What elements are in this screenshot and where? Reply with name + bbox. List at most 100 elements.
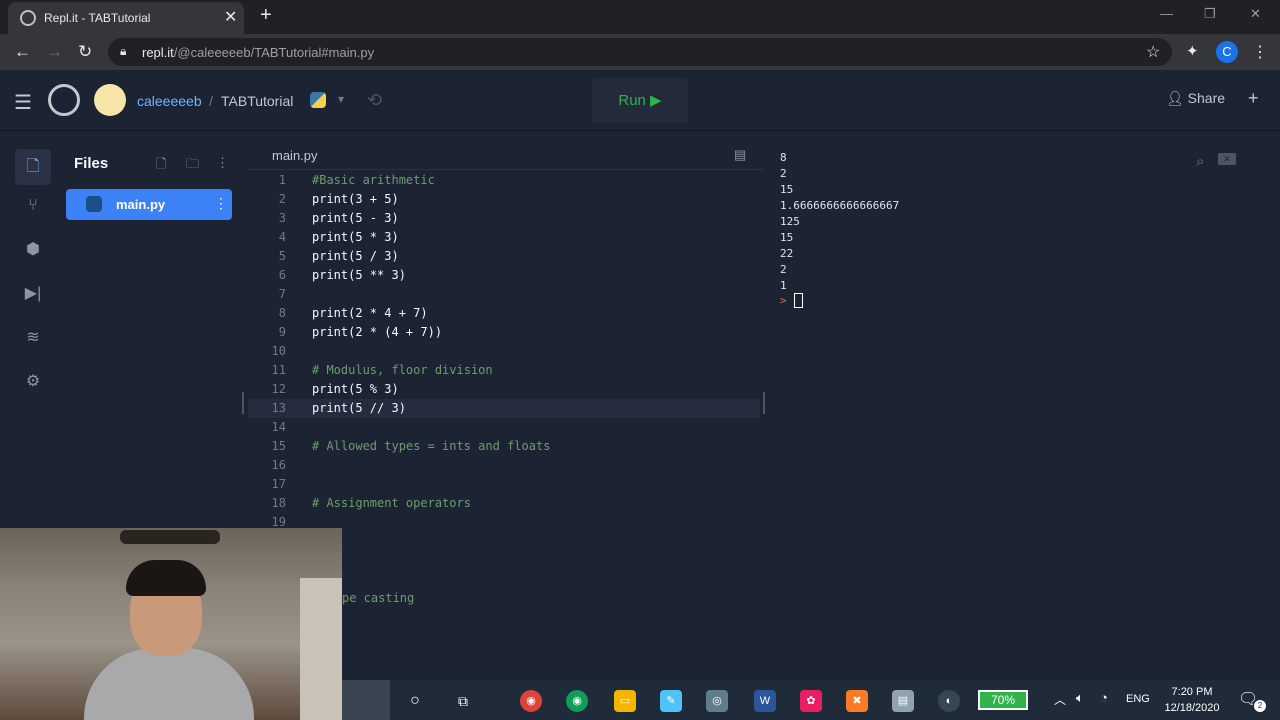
browser-tab[interactable]: Repl.it - TABTutorial ✕ [8,2,244,34]
pane-resize-handle[interactable] [242,392,244,414]
line-text[interactable]: # Allowed types = ints and floats [312,437,550,456]
chrome-icon[interactable]: ◉ [520,690,542,712]
extensions-puzzle-icon[interactable]: ✦ [1186,42,1199,60]
line-text[interactable]: print(5 % 3) [312,380,399,399]
code-line[interactable]: 3 print(5 - 3) [248,209,760,228]
packages-icon[interactable]: ⬢ [20,237,46,263]
project-name[interactable]: TABTutorial [221,93,293,109]
app-icon[interactable]: ▤ [892,690,914,712]
restore-icon[interactable]: ❐ [1204,6,1216,22]
minimize-icon[interactable]: — [1160,6,1173,21]
line-number: 11 [271,363,286,377]
database-icon[interactable]: ≋ [20,325,46,351]
file-explorer-icon[interactable]: ▭ [614,690,636,712]
wifi-icon[interactable]: ◔ [1100,690,1108,705]
close-icon[interactable]: ✕ [224,7,237,27]
format-code-icon[interactable]: ▤ [734,147,746,163]
history-icon[interactable]: ⟲ [367,90,382,111]
code-line[interactable]: 5 print(5 / 3) [248,247,760,266]
line-text[interactable]: print(3 + 5) [312,190,399,209]
line-text[interactable]: print(2 * (4 + 7)) [312,323,442,342]
bookmark-star-icon[interactable]: ☆ [1146,42,1160,62]
cortana-icon[interactable]: ○ [404,690,426,712]
username-link[interactable]: caleeeeeb [137,93,202,109]
line-text[interactable]: print(5 / 3) [312,247,399,266]
files-menu-icon[interactable]: ⋮ [216,155,229,171]
file-menu-icon[interactable]: ⋮ [214,195,228,212]
task-view-icon[interactable]: ⧉ [452,690,474,712]
taskbar-search-box[interactable] [342,680,390,720]
files-icon[interactable]: 🗋︎ [15,149,51,185]
camera-icon[interactable]: ◎ [706,690,728,712]
line-text[interactable]: # Assignment operators [312,494,471,513]
code-line[interactable]: 18 # Assignment operators [248,494,760,513]
code-line[interactable]: 17 [248,475,760,494]
address-bar[interactable]: 🔒︎ repl.it/@caleeeeeb/TABTutorial#main.p… [108,38,1172,66]
share-button[interactable]: 👤︎ Share [1166,90,1225,107]
obs-icon[interactable]: ◐ [938,690,960,712]
lock-icon[interactable]: 🔒︎ [120,44,126,59]
chevron-up-icon[interactable]: ︿ [1054,691,1066,708]
line-number: 1 [278,173,286,187]
code-line[interactable]: 7 [248,285,760,304]
line-text[interactable]: print(5 * 3) [312,228,399,247]
settings-gear-icon[interactable]: ⚙ [20,369,46,395]
python-icon[interactable] [310,92,326,108]
add-file-icon[interactable]: 🗋︎ [156,155,166,177]
file-item-main-py[interactable]: main.py ⋮ [66,189,232,220]
plus-icon[interactable]: + [1248,88,1259,109]
line-text[interactable]: # Modulus, floor division [312,361,493,380]
code-line[interactable]: 13 print(5 // 3) [248,399,760,418]
code-line[interactable]: 15 # Allowed types = ints and floats [248,437,760,456]
user-avatar[interactable] [94,84,126,116]
code-line[interactable]: 14 [248,418,760,437]
clock[interactable]: 7:20 PM 12/18/2020 [1160,684,1224,716]
line-text[interactable]: print(2 * 4 + 7) [312,304,428,323]
back-icon[interactable]: ← [14,42,31,62]
clear-console-icon[interactable]: ✕ [1218,153,1236,165]
language-indicator[interactable]: ENG [1126,693,1150,705]
volume-icon[interactable]: 🔈︎ [1076,690,1084,706]
run-button[interactable]: Run ▶ [592,78,688,123]
forward-icon[interactable]: → [46,42,63,62]
code-lines[interactable]: 1 #Basic arithmetic 2 print(3 + 5) 3 print(5 … [248,171,760,532]
code-line[interactable]: 8 print(2 * 4 + 7) [248,304,760,323]
line-text[interactable]: print(5 ** 3) [312,266,406,285]
battery-indicator[interactable]: 70% [978,690,1028,710]
pane-resize-handle[interactable] [763,392,765,414]
chevron-down-icon[interactable]: ▾ [338,92,344,106]
paint-icon[interactable]: ✿ [800,690,822,712]
code-line[interactable]: 11 # Modulus, floor division [248,361,760,380]
code-line[interactable]: 10 [248,342,760,361]
version-control-icon[interactable]: ⑂ [20,193,46,219]
browser-menu-icon[interactable]: ⋮ [1252,42,1268,62]
replit-logo-icon[interactable] [48,84,80,116]
line-text[interactable]: #Basic arithmetic [312,171,435,190]
chrome-profile-icon[interactable]: ◉ [566,690,588,712]
profile-avatar[interactable]: C [1216,41,1238,63]
tab-main-py[interactable]: main.py [272,148,318,163]
code-line[interactable]: 9 print(2 * (4 + 7)) [248,323,760,342]
search-icon[interactable]: ⌕ [1196,153,1204,170]
code-line[interactable]: 12 print(5 % 3) [248,380,760,399]
code-line[interactable]: 16 [248,456,760,475]
reload-icon[interactable]: ↻ [78,42,92,62]
xampp-icon[interactable]: ✖ [846,690,868,712]
line-text[interactable]: print(5 - 3) [312,209,399,228]
console-pane[interactable]: 8 2 15 1.6666666666666667 125 15 22 2 1 > ⌕ ✕ [768,131,1280,673]
notepad-icon[interactable]: ✎ [660,690,682,712]
url-text[interactable]: repl.it/@caleeeeeb/TABTutorial#main.py [142,45,374,60]
add-folder-icon[interactable]: 🗀︎ [186,155,199,177]
code-line[interactable]: 2 print(3 + 5) [248,190,760,209]
console-cursor [794,293,803,308]
line-text[interactable]: print(5 // 3) [312,399,406,418]
window-close-icon[interactable]: ✕ [1250,6,1261,22]
code-line[interactable]: 6 print(5 ** 3) [248,266,760,285]
code-line[interactable]: 4 print(5 * 3) [248,228,760,247]
hamburger-menu-icon[interactable]: ☰ [14,90,32,115]
code-line[interactable]: 1 #Basic arithmetic [248,171,760,190]
line-number: 16 [271,458,286,472]
new-tab-icon[interactable]: + [260,4,272,27]
word-icon[interactable]: W [754,690,776,712]
debugger-icon[interactable]: ▶| [20,281,46,307]
